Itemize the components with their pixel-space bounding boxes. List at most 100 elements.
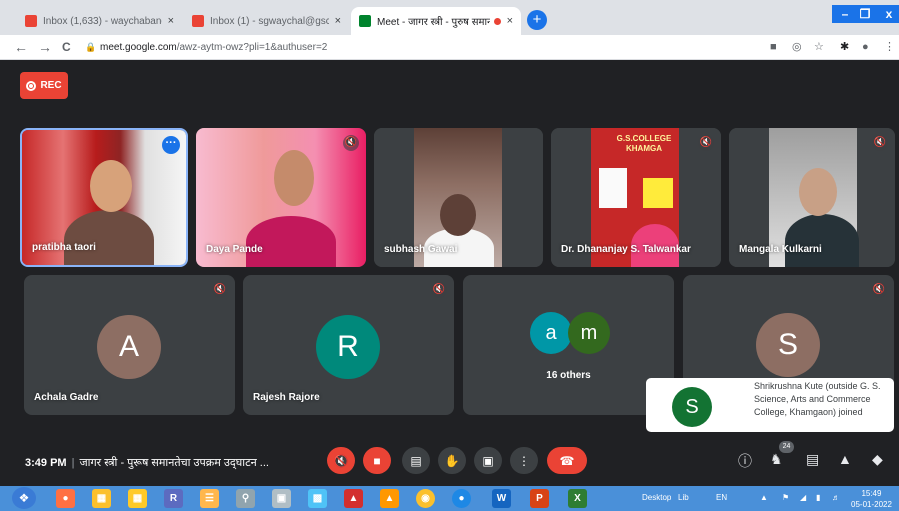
system-clock[interactable]: 15:49 05-01-2022 bbox=[851, 488, 892, 510]
join-notification: S Shrikrushna Kute (outside G. S. Scienc… bbox=[646, 378, 894, 432]
people-count-badge: 24 bbox=[779, 441, 794, 453]
vlc-icon[interactable]: ▲ bbox=[380, 489, 399, 508]
reload-icon[interactable]: C bbox=[62, 39, 71, 55]
avatar: A bbox=[97, 315, 161, 379]
rec-label: REC bbox=[40, 80, 62, 91]
lock-icon: 🔒 bbox=[85, 42, 97, 52]
mic-off-icon: 🔇 bbox=[431, 282, 447, 298]
excel-icon[interactable]: X bbox=[568, 489, 587, 508]
file-explorer-icon[interactable]: ▦ bbox=[92, 489, 111, 508]
back-icon[interactable]: ← bbox=[14, 39, 28, 55]
close-tab-icon[interactable]: × bbox=[335, 15, 341, 27]
url-field[interactable]: 🔒 meet.google.com /awz-aytm-owz?pli=1&au… bbox=[85, 38, 767, 57]
profile-avatar-icon[interactable]: ● bbox=[862, 40, 869, 54]
tab-title: Meet - जागर स्त्री - पुरुष समान bbox=[377, 17, 490, 28]
bookmark-star-icon[interactable]: ☆ bbox=[814, 40, 824, 54]
meeting-info: 3:49 PM | जागर स्त्री - पुरूष समानतेचा उपक… bbox=[25, 455, 269, 470]
tray-arrow-icon[interactable]: ▲ bbox=[760, 493, 768, 502]
desktop-toolbar-label[interactable]: Desktop bbox=[642, 493, 671, 502]
leave-call-button[interactable]: ☎ bbox=[547, 447, 587, 474]
close-tab-icon[interactable]: × bbox=[168, 15, 174, 27]
search-app-icon[interactable]: ⚲ bbox=[236, 489, 255, 508]
meeting-time: 3:49 PM bbox=[25, 457, 67, 469]
forward-icon[interactable]: → bbox=[38, 39, 52, 55]
activities-icon[interactable]: ▲ bbox=[838, 451, 852, 467]
participant-name: pratibha taori bbox=[32, 242, 96, 253]
chat-icon[interactable]: ▤ bbox=[806, 451, 819, 468]
windows-taskbar: ❖ ● ▦ ▦ R ☰ ⚲ ▣ ▩ ▲ ▲ ◉ ● W P X Desktop … bbox=[0, 486, 899, 511]
start-button[interactable]: ❖ bbox=[12, 487, 36, 509]
participant-name: Dr. Dhananjay S. Talwankar bbox=[561, 244, 691, 255]
tab-inbox-2[interactable]: Inbox (1) - sgwaychal@gsck.ac.in × bbox=[184, 7, 349, 35]
more-options-icon[interactable]: ··· bbox=[162, 136, 180, 154]
others-count-label: 16 others bbox=[546, 370, 591, 381]
participant-head bbox=[274, 150, 314, 206]
meeting-title: जागर स्त्री - पुरूष समानतेचा उपक्रम उद्‌… bbox=[79, 457, 269, 469]
clock-date: 05-01-2022 bbox=[851, 500, 892, 509]
url-path: /awz-aytm-owz?pli=1&authuser=2 bbox=[176, 42, 328, 53]
others-tile[interactable]: a m 16 others bbox=[463, 275, 674, 415]
site-settings-icon[interactable]: ◎ bbox=[792, 40, 802, 54]
close-window-button[interactable]: x bbox=[876, 5, 899, 23]
people-icon[interactable]: ♞ bbox=[770, 451, 783, 468]
recording-badge: REC bbox=[20, 72, 68, 99]
browser-tab-strip: Inbox (1,633) - waychabangeeta × Inbox (… bbox=[0, 0, 899, 35]
meeting-details-icon[interactable]: ⓘ bbox=[738, 451, 752, 471]
tab-inbox-1[interactable]: Inbox (1,633) - waychabangeeta × bbox=[17, 7, 182, 35]
poster bbox=[599, 168, 627, 208]
powerpoint-icon[interactable]: P bbox=[530, 489, 549, 508]
avatar: m bbox=[568, 312, 610, 354]
network-icon[interactable]: ◢ bbox=[800, 493, 806, 502]
participant-body bbox=[246, 216, 336, 267]
participant-name: Daya Pande bbox=[206, 244, 263, 255]
lib-toolbar-label[interactable]: Lib bbox=[678, 493, 689, 502]
url-host: meet.google.com bbox=[100, 42, 177, 53]
battery-icon[interactable]: ▮ bbox=[816, 493, 820, 502]
address-bar: ← → C 🔒 meet.google.com /awz-aytm-owz?pl… bbox=[0, 35, 899, 60]
mic-off-icon: 🔇 bbox=[872, 135, 888, 151]
host-controls-icon[interactable]: ◆ bbox=[872, 451, 883, 468]
flag-icon[interactable]: ⚑ bbox=[782, 493, 789, 502]
edge-icon[interactable]: ● bbox=[452, 489, 471, 508]
video-tile-mangala[interactable]: 🔇 Mangala Kulkarni bbox=[729, 128, 895, 267]
participant-name: subhash Gawai bbox=[384, 244, 458, 255]
video-tile-daya[interactable]: 🔇 Daya Pande bbox=[196, 128, 366, 267]
extensions-icon[interactable]: ✱ bbox=[840, 40, 849, 54]
chrome-icon[interactable]: ◉ bbox=[416, 489, 435, 508]
close-tab-icon[interactable]: × bbox=[507, 15, 513, 27]
folder-icon[interactable]: ▦ bbox=[128, 489, 147, 508]
r-app-icon[interactable]: R bbox=[164, 489, 183, 508]
avatar-tile-achala[interactable]: A 🔇 Achala Gadre bbox=[24, 275, 235, 415]
avatar: S bbox=[756, 313, 820, 377]
firefox-icon[interactable]: ● bbox=[56, 489, 75, 508]
browser-menu-icon[interactable]: ⋮ bbox=[884, 40, 895, 54]
tab-title: Inbox (1) - sgwaychal@gsck.ac.in bbox=[210, 15, 329, 27]
pdf-reader-icon[interactable]: ▲ bbox=[344, 489, 363, 508]
present-button[interactable]: ▣ bbox=[474, 447, 502, 474]
notes-icon[interactable]: ☰ bbox=[200, 489, 219, 508]
camera-toggle-button[interactable]: ■ bbox=[363, 447, 391, 474]
video-tile-dhananjay[interactable]: G.S.COLLEGE KHAMGA 🔇 Dr. Dhananjay S. Ta… bbox=[551, 128, 721, 267]
captions-button[interactable]: ▤ bbox=[402, 447, 430, 474]
raise-hand-button[interactable]: ✋ bbox=[438, 447, 466, 474]
avatar: S bbox=[672, 387, 712, 427]
word-icon[interactable]: W bbox=[492, 489, 511, 508]
camera-icon[interactable]: ■ bbox=[770, 40, 777, 54]
video-tile-pratibha[interactable]: ··· pratibha taori bbox=[20, 128, 188, 267]
participant-name: Achala Gadre bbox=[34, 392, 99, 403]
tab-meet[interactable]: Meet - जागर स्त्री - पुरुष समान × bbox=[351, 7, 521, 35]
gmail-icon bbox=[192, 15, 204, 27]
video-tile-subhash[interactable]: subhash Gawai bbox=[374, 128, 543, 267]
network-app-icon[interactable]: ▩ bbox=[308, 489, 327, 508]
more-options-button[interactable]: ⋮ bbox=[510, 447, 538, 474]
volume-icon[interactable]: ♬ bbox=[832, 493, 840, 502]
restore-button[interactable]: ❐ bbox=[852, 5, 878, 23]
mic-off-icon: 🔇 bbox=[871, 282, 887, 298]
new-tab-button[interactable]: + bbox=[527, 10, 547, 30]
mic-toggle-button[interactable]: 🔇 bbox=[327, 447, 355, 474]
participant-head bbox=[440, 194, 476, 236]
poster bbox=[643, 178, 673, 208]
document-app-icon[interactable]: ▣ bbox=[272, 489, 291, 508]
language-indicator[interactable]: EN bbox=[716, 493, 727, 502]
avatar-tile-rajesh[interactable]: R 🔇 Rajesh Rajore bbox=[243, 275, 454, 415]
